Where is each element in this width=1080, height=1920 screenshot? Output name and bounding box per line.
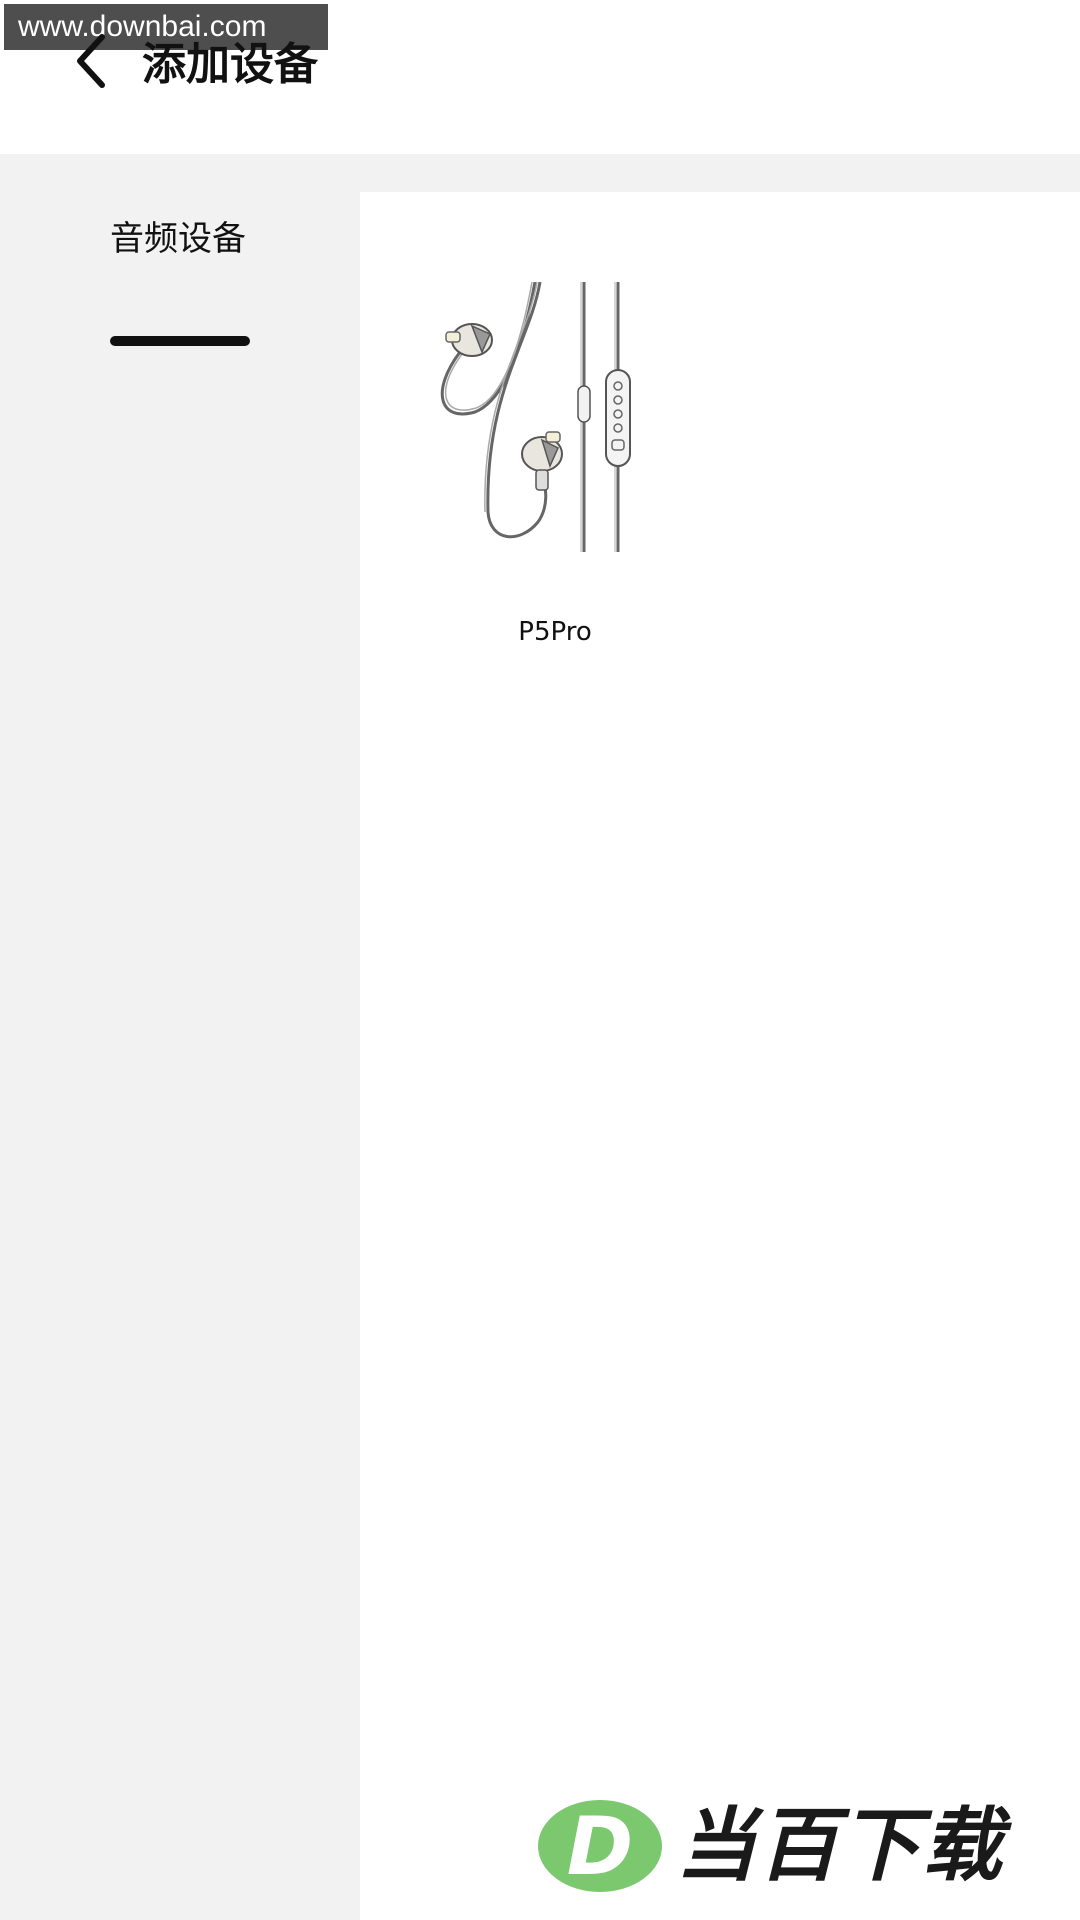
brand-logo-letter: D [567,1800,633,1893]
back-button[interactable] [60,26,120,96]
chevron-left-icon [77,34,105,88]
brand-logo-icon: D [538,1800,662,1893]
page-title: 添加设备 [142,39,318,90]
brand-name: 当百下载 [676,1799,1004,1892]
category-sidebar: 音频设备 [0,154,360,1920]
device-list-panel: P5Pro [360,192,1080,1920]
selected-tab-indicator [110,336,250,346]
device-name: P5Pro [518,617,592,647]
brand-watermark: D 当百下载 [536,1796,1066,1896]
sidebar-item-label: 音频设备 [110,219,246,259]
sidebar-item-audio-devices[interactable]: 音频设备 [110,214,250,346]
device-card[interactable]: P5Pro [430,282,680,682]
earphones-illustration-icon [440,282,631,552]
content-area: 音频设备 P5Pro [0,154,1080,1920]
